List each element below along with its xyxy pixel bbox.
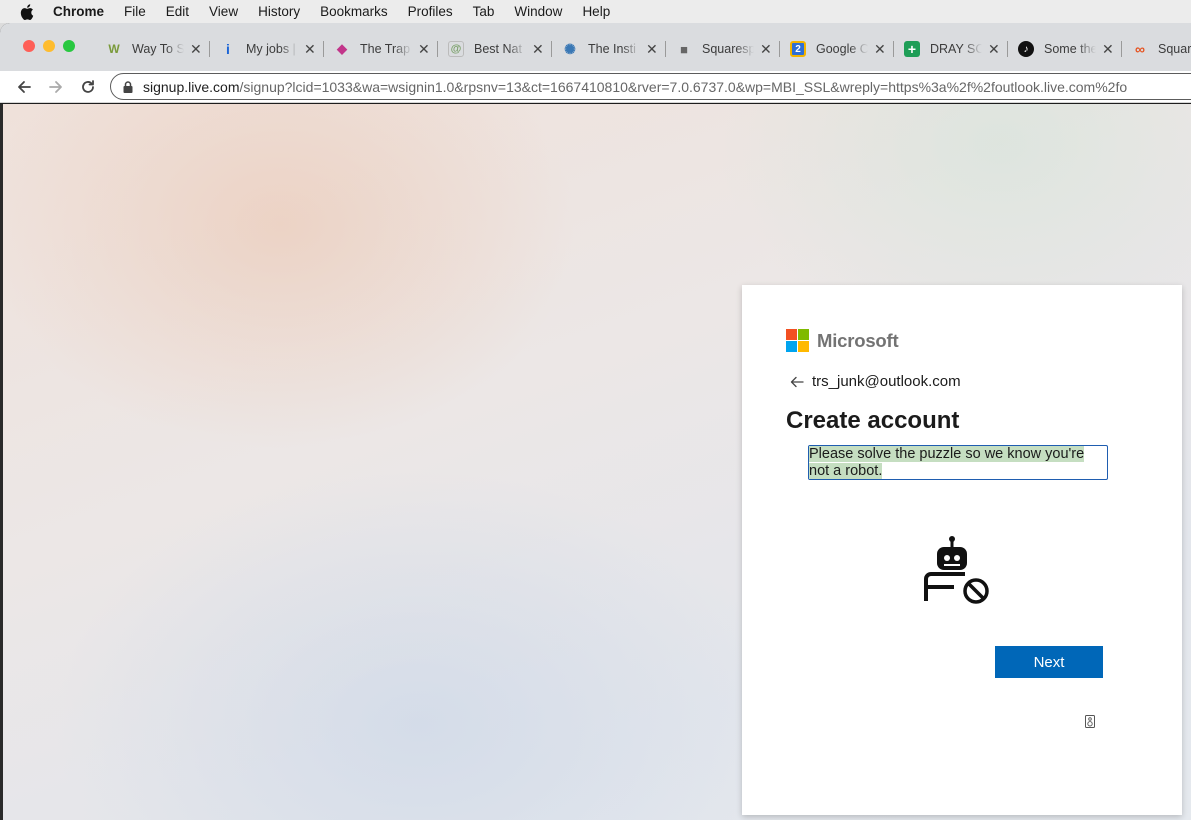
- microsoft-brand: Microsoft: [786, 329, 899, 352]
- browser-tab[interactable]: ◆ The Trap ✕: [334, 38, 438, 60]
- tab-title: Google C: [816, 42, 868, 56]
- url-host: signup.live.com: [143, 78, 240, 95]
- url-path: /signup?lcid=1033&wa=wsignin1.0&rpsnv=13…: [239, 78, 1128, 95]
- logo-square-blue: [786, 341, 797, 352]
- tab-title: Way To S: [132, 42, 184, 56]
- captcha-prompt: Please solve the puzzle so we know you'r…: [808, 445, 1108, 480]
- logo-square-red: [786, 329, 797, 340]
- identity-banner: trs_junk@outlook.com: [790, 373, 961, 390]
- menu-bookmarks[interactable]: Bookmarks: [320, 4, 388, 19]
- menu-file[interactable]: File: [124, 4, 146, 19]
- menu-profiles[interactable]: Profiles: [408, 4, 453, 19]
- tab-title: Best Nat: [474, 42, 522, 56]
- close-window-button[interactable]: [23, 40, 35, 52]
- identity-back-button[interactable]: [790, 376, 804, 388]
- tab-favicon-icon: ∞: [1135, 41, 1145, 57]
- tab-favicon-icon: ✺: [564, 40, 576, 57]
- tab-favicon-icon: i: [226, 41, 230, 57]
- browser-tab[interactable]: @ Best Nat ✕: [448, 38, 552, 60]
- browser-tab[interactable]: 2 Google C ✕: [790, 38, 894, 60]
- back-button[interactable]: [12, 75, 36, 99]
- menu-view[interactable]: View: [209, 4, 238, 19]
- browser-tab[interactable]: ♪ Some the ✕: [1018, 38, 1122, 60]
- forward-button[interactable]: [44, 75, 68, 99]
- reload-button[interactable]: [76, 75, 100, 99]
- close-tab-icon[interactable]: ✕: [532, 41, 544, 58]
- menu-window[interactable]: Window: [514, 4, 562, 19]
- browser-tab[interactable]: ∞ Square: [1132, 38, 1191, 60]
- close-tab-icon[interactable]: ✕: [190, 41, 202, 58]
- url-text: signup.live.com/signup?lcid=1033&wa=wsig…: [143, 79, 1127, 95]
- menu-history[interactable]: History: [258, 4, 300, 19]
- tab-title: Some the: [1044, 42, 1096, 56]
- tab-favicon-icon: +: [904, 41, 920, 57]
- browser-toolbar: signup.live.com/signup?lcid=1033&wa=wsig…: [0, 71, 1191, 103]
- tab-favicon-icon: 2: [790, 41, 806, 57]
- close-tab-icon[interactable]: ✕: [418, 41, 430, 58]
- arrow-right-icon: [49, 81, 62, 93]
- os-menubar: Chrome File Edit View History Bookmarks …: [0, 0, 1191, 23]
- browser-tab[interactable]: + DRAY SC ✕: [904, 38, 1008, 60]
- menu-help[interactable]: Help: [582, 4, 610, 19]
- minimize-window-button[interactable]: [43, 40, 55, 52]
- tab-favicon-icon: W: [108, 42, 120, 56]
- close-tab-icon[interactable]: ✕: [304, 41, 316, 58]
- close-tab-icon[interactable]: ✕: [760, 41, 772, 58]
- tab-strip: W Way To S ✕ i My jobs | ✕ ◆ The Trap ✕ …: [0, 23, 1191, 71]
- tab-favicon-icon: ◆: [337, 41, 347, 56]
- arrow-left-icon: [18, 81, 31, 93]
- microsoft-logo-icon: [786, 329, 809, 352]
- reload-icon: [82, 80, 94, 93]
- tab-title: The Insti: [588, 42, 636, 56]
- tab-title: DRAY SC: [930, 42, 982, 56]
- identity-email: trs_junk@outlook.com: [812, 373, 961, 390]
- logo-square-green: [798, 329, 809, 340]
- captcha-prompt-text: Please solve the puzzle so we know you'r…: [809, 446, 1085, 479]
- tab-title: Square: [1158, 42, 1191, 56]
- browser-tab[interactable]: ■ Squaresp ✕: [676, 38, 780, 60]
- page-title: Create account: [786, 407, 960, 434]
- tab-title: The Trap: [360, 42, 411, 56]
- robot-blocked-icon[interactable]: [924, 535, 994, 607]
- close-tab-icon[interactable]: ✕: [874, 41, 886, 58]
- signup-card: Microsoft trs_junk@outlook.com Create ac…: [742, 285, 1182, 815]
- next-button[interactable]: Next: [995, 646, 1103, 678]
- browser-tab[interactable]: i My jobs | ✕: [220, 38, 324, 60]
- zoom-window-button[interactable]: [63, 40, 75, 52]
- tab-favicon-icon: ♪: [1018, 41, 1034, 57]
- tab-favicon-icon: @: [448, 41, 464, 57]
- apple-icon[interactable]: [20, 3, 34, 20]
- page-viewport: Microsoft trs_junk@outlook.com Create ac…: [0, 104, 1191, 820]
- tab-title: Squaresp: [702, 42, 754, 56]
- audio-challenge-icon[interactable]: [1085, 715, 1095, 728]
- address-bar[interactable]: signup.live.com/signup?lcid=1033&wa=wsig…: [110, 73, 1191, 100]
- browser-tab[interactable]: ✺ The Insti ✕: [562, 38, 666, 60]
- lock-icon[interactable]: [123, 80, 133, 93]
- tab-favicon-icon: ■: [680, 41, 688, 57]
- browser-window: W Way To S ✕ i My jobs | ✕ ◆ The Trap ✕ …: [0, 23, 1191, 820]
- close-tab-icon[interactable]: ✕: [988, 41, 1000, 58]
- close-tab-icon[interactable]: ✕: [1102, 41, 1114, 58]
- browser-tab[interactable]: W Way To S ✕: [106, 38, 210, 60]
- menu-edit[interactable]: Edit: [166, 4, 189, 19]
- menu-app-name[interactable]: Chrome: [53, 4, 104, 19]
- logo-square-yellow: [798, 341, 809, 352]
- brand-name: Microsoft: [817, 329, 899, 351]
- menu-tab[interactable]: Tab: [473, 4, 495, 19]
- tab-title: My jobs |: [246, 42, 296, 56]
- arrow-left-icon: [790, 376, 804, 387]
- close-tab-icon[interactable]: ✕: [646, 41, 658, 58]
